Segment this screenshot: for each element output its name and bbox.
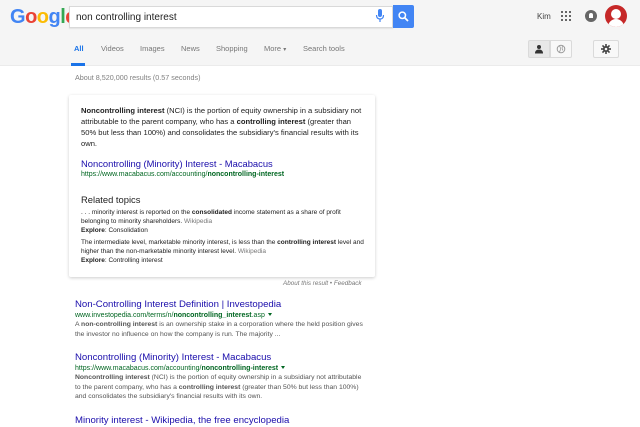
related-topics-heading: Related topics: [81, 194, 141, 205]
search-result: Noncontrolling (Minority) Interest - Mac…: [75, 352, 375, 402]
top-header: Google Kim: [0, 0, 640, 34]
result-title-link[interactable]: Minority interest - Wikipedia, the free …: [75, 415, 375, 426]
bold-term: controlling interest: [236, 117, 306, 126]
card-footer: About this result • Feedback: [283, 280, 362, 287]
text: . . . minority interest is reported on t…: [81, 209, 192, 216]
result-title-link[interactable]: Non-Controlling Interest Definition | In…: [75, 299, 375, 310]
caret-down-icon[interactable]: [267, 313, 272, 316]
explore-link[interactable]: : Consolidation: [105, 227, 148, 234]
url-text: .asp: [251, 312, 265, 319]
url-text: https://www.macabacus.com/accounting/: [81, 171, 208, 178]
explore-link[interactable]: : Controlling interest: [105, 257, 163, 264]
logo-letter: g: [48, 6, 61, 28]
featured-snippet-card: Noncontrolling interest (NCI) is the por…: [69, 95, 375, 277]
settings-button[interactable]: [593, 40, 619, 58]
logo-letter: o: [36, 6, 49, 28]
featured-snippet-link[interactable]: Noncontrolling (Minority) Interest - Mac…: [81, 158, 273, 169]
feedback-link[interactable]: Feedback: [334, 280, 362, 287]
globe-icon: [556, 44, 566, 54]
search-input[interactable]: [76, 10, 366, 25]
source-link[interactable]: Wikipedia: [238, 248, 266, 255]
result-url: www.investopedia.com/terms/n/noncontroll…: [75, 312, 375, 319]
search-button[interactable]: [393, 5, 414, 28]
related-topic-item: The intermediate level, marketable minor…: [81, 239, 365, 265]
result-snippet: A non-controlling interest is an ownersh…: [75, 320, 367, 339]
tab-news[interactable]: News: [181, 44, 200, 53]
bold-term: Noncontrolling interest: [75, 374, 150, 381]
tab-search-tools[interactable]: Search tools: [303, 44, 345, 53]
user-name[interactable]: Kim: [537, 12, 551, 21]
text: The intermediate level, marketable minor…: [81, 239, 278, 246]
microphone-icon[interactable]: [375, 9, 385, 24]
result-title-link[interactable]: Noncontrolling (Minority) Interest - Mac…: [75, 352, 375, 363]
search-result: Non-Controlling Interest Definition | In…: [75, 299, 375, 339]
source-link[interactable]: Wikipedia: [184, 218, 212, 225]
explore-label: Explore: [81, 226, 105, 234]
about-this-result-link[interactable]: About this result: [283, 280, 328, 287]
caret-down-icon[interactable]: [281, 366, 286, 369]
search-icon: [398, 11, 409, 22]
global-results-button[interactable]: [550, 40, 572, 58]
result-stats: About 8,520,000 results (0.57 seconds): [75, 73, 201, 82]
tab-videos[interactable]: Videos: [101, 44, 124, 53]
bold-term: controlling interest: [178, 383, 241, 391]
related-topic-item: . . . minority interest is reported on t…: [81, 209, 365, 235]
google-logo[interactable]: Google: [10, 6, 76, 28]
apps-grid-icon[interactable]: [561, 11, 571, 21]
logo-letter: G: [10, 6, 26, 28]
avatar[interactable]: [605, 5, 627, 27]
url-bold: noncontrolling-interest: [201, 365, 279, 372]
tab-more-label: More: [264, 44, 282, 53]
result-url: https://www.macabacus.com/accounting/non…: [75, 365, 375, 372]
result-snippet: Noncontrolling interest (NCI) is the por…: [75, 373, 367, 402]
url-bold: noncontrolling_interest: [173, 312, 252, 319]
url-text: www.investopedia.com/terms/n/: [75, 312, 174, 319]
bold-term: consolidated: [191, 209, 233, 216]
person-icon: [535, 45, 543, 54]
active-tab-indicator: [71, 63, 85, 66]
featured-snippet-url: https://www.macabacus.com/accounting/non…: [81, 171, 284, 178]
tab-all[interactable]: All: [74, 44, 84, 53]
bold-term: Noncontrolling interest: [81, 106, 165, 115]
search-result: Minority interest - Wikipedia, the free …: [75, 415, 375, 426]
gear-icon: [601, 44, 611, 54]
explore-label: Explore: [81, 256, 105, 264]
chevron-down-icon: ▾: [283, 47, 287, 53]
tab-images[interactable]: Images: [140, 44, 165, 53]
url-text: https://www.macabacus.com/accounting/: [75, 365, 202, 372]
tab-more[interactable]: More ▾: [264, 44, 286, 53]
logo-letter: o: [25, 6, 37, 28]
notifications-bell-icon[interactable]: [585, 10, 597, 22]
search-box: [69, 6, 393, 28]
bold-term: non-controlling interest: [81, 321, 158, 328]
featured-snippet-text: Noncontrolling interest (NCI) is the por…: [81, 105, 365, 149]
tab-shopping[interactable]: Shopping: [216, 44, 248, 53]
personal-results-button[interactable]: [528, 40, 550, 58]
url-bold: noncontrolling-interest: [207, 171, 285, 178]
search-tabs-bar: All Videos Images News Shopping More ▾ S…: [0, 34, 640, 66]
bold-term: controlling interest: [277, 239, 337, 246]
